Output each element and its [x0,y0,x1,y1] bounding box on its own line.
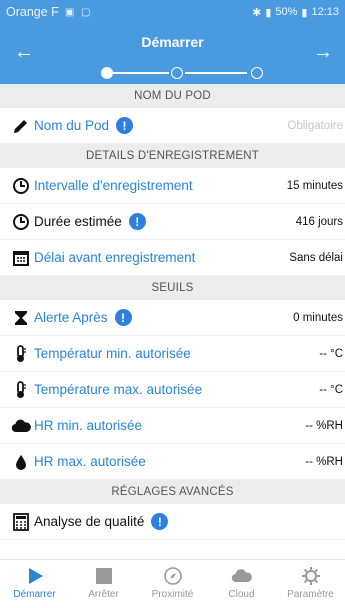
row-hr-max[interactable]: HR max. autorisée -- %RH [0,444,345,480]
page-title: Démarrer [141,34,204,50]
bottom-nav: Démarrer Arrêter Proximité Cloud Paramèt… [0,559,345,608]
row-quality-label: Analyse de qualité [34,514,145,529]
cloud-icon [0,417,34,435]
row-temp-min[interactable]: Températur min. autorisée -- °C [0,336,345,372]
info-icon[interactable]: ! [116,117,134,134]
nav-cloud[interactable]: Cloud [207,560,276,608]
section-pod-name: NOM DU POD [0,84,345,108]
row-alert-after-label: Alerte Après [34,310,108,325]
step-dot-1 [101,67,113,79]
row-hr-max-label: HR max. autorisée [34,454,146,469]
stop-icon [69,565,138,587]
battery-level: 50% [275,6,298,18]
pencil-icon [0,117,34,135]
row-duration: Durée estimée ! 416 jours [0,204,345,240]
thermometer-icon [0,344,34,363]
nav-stop[interactable]: Arrêter [69,560,138,608]
calculator-icon [0,512,34,531]
signal-icon: ▮ [265,6,272,19]
nav-proximity[interactable]: Proximité [138,560,207,608]
row-temp-max-label: Température max. autorisée [34,382,203,397]
row-interval[interactable]: Intervalle d'enregistrement 15 minutes [0,168,345,204]
info-icon[interactable]: ! [151,513,169,530]
row-duration-label: Durée estimée [34,214,122,229]
nav-start[interactable]: Démarrer [0,560,69,608]
hr-max-value: -- %RH [305,455,343,468]
app-header: ← Démarrer → [0,24,345,84]
drop-icon [0,453,34,471]
nav-settings[interactable]: Paramètre [276,560,345,608]
info-icon[interactable]: ! [128,213,146,230]
row-temp-max[interactable]: Température max. autorisée -- °C [0,372,345,408]
clock-icon [0,177,34,195]
nav-settings-label: Paramètre [287,589,334,600]
carrier-label: Orange F [6,5,59,19]
bluetooth-icon: ✱ [252,6,262,19]
duration-value: 416 jours [295,215,343,228]
nav-cloud-label: Cloud [228,589,255,600]
temp-min-value: -- °C [319,347,343,360]
step-dot-2 [171,67,183,79]
nav-stop-label: Arrêter [88,589,119,600]
hr-min-value: -- %RH [305,419,343,432]
row-pod-name[interactable]: Nom du Pod ! Obligatoire [0,108,345,144]
cloud-icon [207,565,276,587]
next-arrow-icon[interactable]: → [311,40,335,64]
status-right: ✱ ▮ 50% ▮ 12:13 [252,6,339,19]
compass-icon [138,565,207,587]
row-quality[interactable]: Analyse de qualité ! [0,504,345,540]
gear-icon [276,565,345,587]
nav-start-label: Démarrer [13,589,56,600]
row-hr-min[interactable]: HR min. autorisée -- %RH [0,408,345,444]
nav-proximity-label: Proximité [151,589,194,600]
thermometer-icon [0,380,34,399]
hourglass-icon [0,309,34,327]
settings-list: NOM DU POD Nom du Pod ! Obligatoire DETA… [0,84,345,540]
battery-icon: ▮ [301,6,308,19]
pod-name-input[interactable]: Obligatoire [287,120,343,132]
notification-icons: ▣ ▢ [64,6,93,18]
step-dot-3 [251,67,263,79]
row-delay[interactable]: Délai avant enregistrement Sans délai [0,240,345,276]
row-alert-after[interactable]: Alerte Après ! 0 minutes [0,300,345,336]
delay-value: Sans délai [289,251,343,264]
temp-max-value: -- °C [319,383,343,396]
section-advanced: RÉGLAGES AVANCÉS [0,480,345,504]
clock-time: 12:13 [311,6,339,18]
play-icon [0,565,69,587]
status-bar: Orange F ▣ ▢ ✱ ▮ 50% ▮ 12:13 [0,0,345,24]
interval-value: 15 minutes [286,179,343,192]
row-hr-min-label: HR min. autorisée [34,418,143,433]
info-icon[interactable]: ! [114,309,132,326]
step-indicator [101,66,267,80]
alert-after-value: 0 minutes [293,311,343,324]
row-pod-name-label: Nom du Pod [34,118,110,133]
row-temp-min-label: Températur min. autorisée [34,346,191,361]
row-delay-label: Délai avant enregistrement [34,250,196,265]
section-thresholds: SEUILS [0,276,345,300]
section-recording: DETAILS D'ENREGISTREMENT [0,144,345,168]
row-interval-label: Intervalle d'enregistrement [34,178,193,193]
clock-icon [0,213,34,231]
calendar-icon [0,249,34,267]
